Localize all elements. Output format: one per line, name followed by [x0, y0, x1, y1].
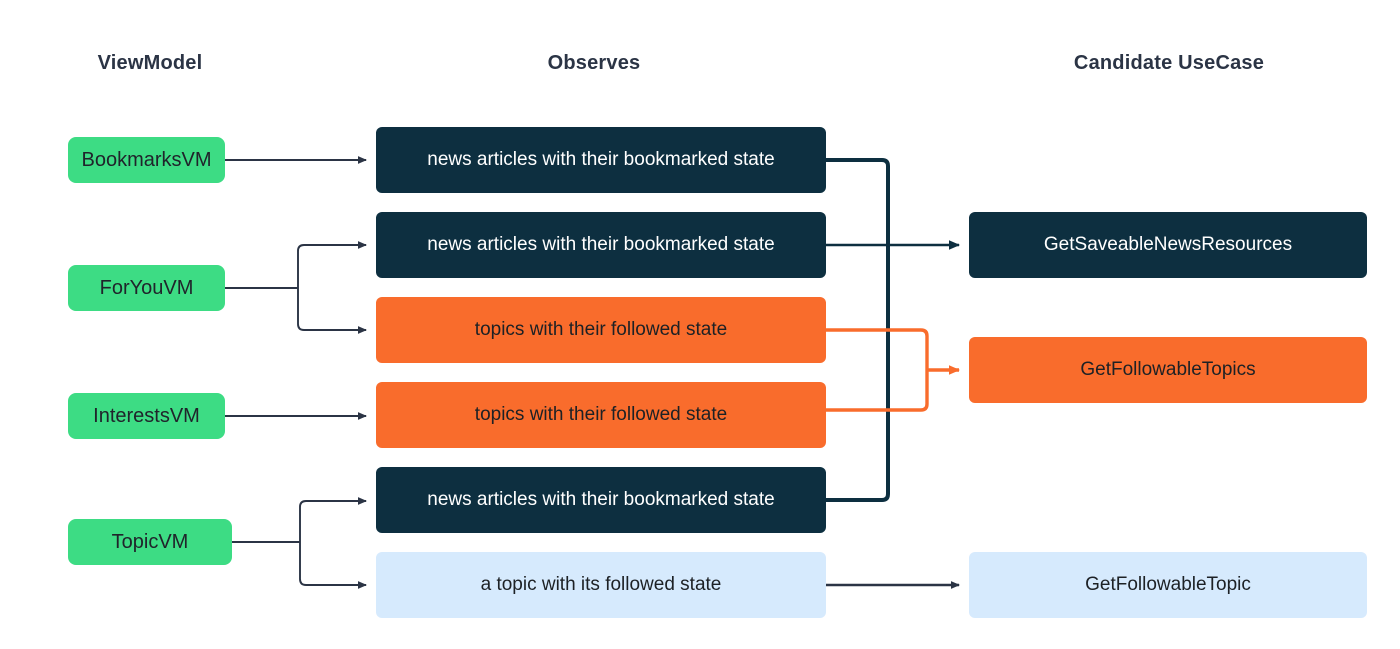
viewmodel-node-topic-vm[interactable]: TopicVM — [68, 519, 232, 565]
usecase-node-label: GetSaveableNewsResources — [1043, 233, 1293, 255]
viewmodel-node-interests-vm[interactable]: InterestsVM — [68, 393, 225, 439]
observes-node-label: topics with their followed state — [474, 403, 728, 425]
observes-node-observe-2[interactable]: news articles with their bookmarked stat… — [376, 212, 826, 278]
observes-node-observe-4[interactable]: topics with their followed state — [376, 382, 826, 448]
viewmodel-node-label: TopicVM — [111, 531, 189, 553]
viewmodel-node-label: BookmarksVM — [81, 149, 212, 171]
observes-node-label: news articles with their bookmarked stat… — [427, 148, 775, 170]
usecase-node-label: GetFollowableTopic — [1085, 573, 1251, 595]
wire-topicvm-to-observe-5 — [299, 497, 367, 542]
wire-orange-merge-bus — [826, 328, 929, 412]
column-header-observes: Observes — [547, 52, 641, 74]
usecase-node-label: GetFollowableTopics — [1080, 358, 1256, 380]
wire-foryouvm-to-observe-2 — [297, 241, 367, 288]
observes-node-label: topics with their followed state — [474, 318, 728, 340]
observes-node-observe-1[interactable]: news articles with their bookmarked stat… — [376, 127, 826, 193]
wire-navy-merge-bus — [826, 158, 890, 502]
viewmodel-node-label: ForYouVM — [99, 277, 194, 299]
usecase-node-get-followable-topic[interactable]: GetFollowableTopic — [969, 552, 1367, 618]
diagram-canvas: ViewModel Observes Candidate UseCase Boo… — [0, 0, 1400, 649]
observes-node-observe-5[interactable]: news articles with their bookmarked stat… — [376, 467, 826, 533]
column-header-viewmodel: ViewModel — [97, 52, 203, 74]
observes-node-label: news articles with their bookmarked stat… — [427, 488, 775, 510]
column-header-candidate-usecase: Candidate UseCase — [1073, 52, 1265, 74]
observes-node-observe-6[interactable]: a topic with its followed state — [376, 552, 826, 618]
observes-node-label: a topic with its followed state — [480, 573, 722, 595]
usecase-node-get-saveable-news-resources[interactable]: GetSaveableNewsResources — [969, 212, 1367, 278]
usecase-node-get-followable-topics[interactable]: GetFollowableTopics — [969, 337, 1367, 403]
viewmodel-node-for-you-vm[interactable]: ForYouVM — [68, 265, 225, 311]
observes-node-label: news articles with their bookmarked stat… — [427, 233, 775, 255]
viewmodel-node-bookmarks-vm[interactable]: BookmarksVM — [68, 137, 225, 183]
wire-topicvm-to-observe-6 — [299, 542, 367, 589]
wire-foryouvm-to-observe-3 — [297, 288, 367, 334]
observes-node-observe-3[interactable]: topics with their followed state — [376, 297, 826, 363]
viewmodel-node-label: InterestsVM — [93, 405, 200, 427]
